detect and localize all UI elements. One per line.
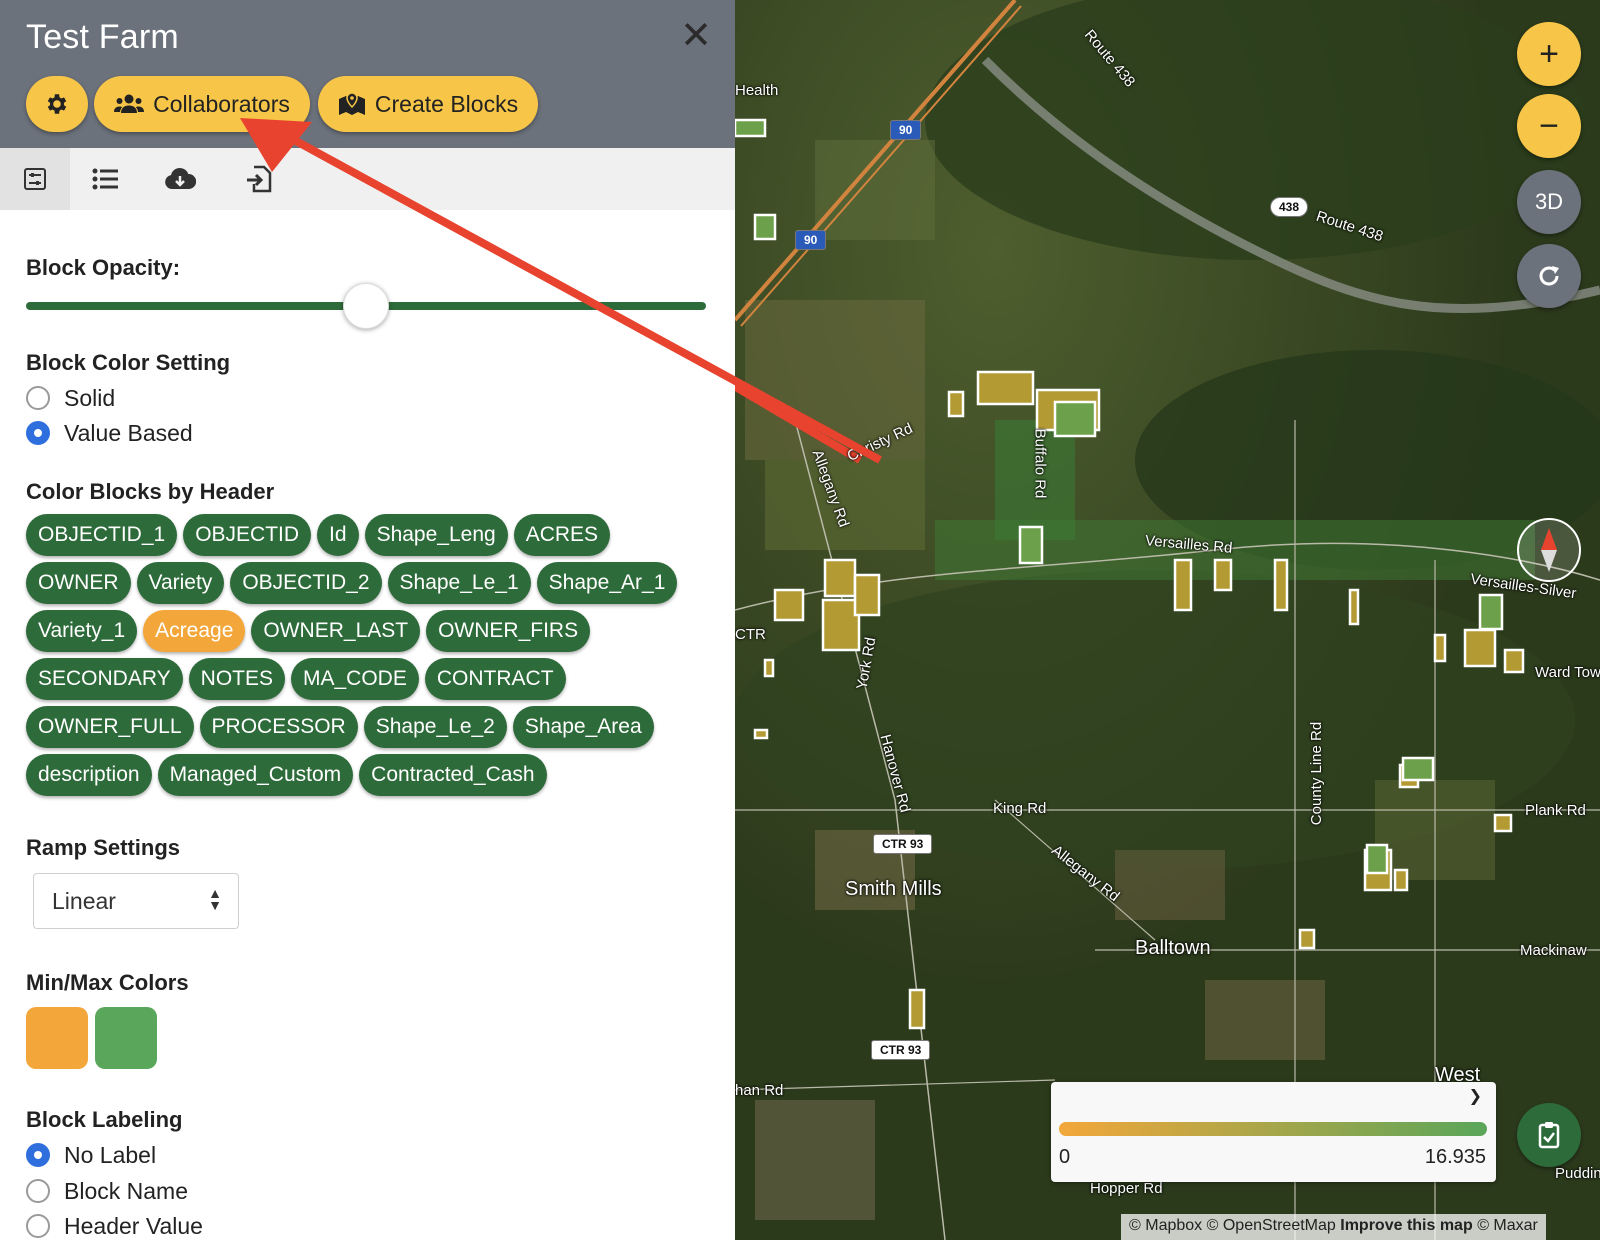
legend-gradient-bar (1059, 1122, 1487, 1136)
legend-min-value: 0 (1059, 1146, 1071, 1168)
map-attribution: © Mapbox © OpenStreetMap Improve this ma… (1121, 1214, 1546, 1240)
zoom-out-button[interactable]: − (1517, 94, 1581, 158)
compass-control[interactable] (1517, 518, 1581, 582)
clipboard-button[interactable] (1517, 1103, 1581, 1167)
attribution-mapbox[interactable]: © Mapbox (1129, 1217, 1202, 1234)
attribution-improve[interactable]: Improve this map (1340, 1217, 1472, 1234)
zoom-in-button[interactable]: + (1517, 22, 1581, 86)
color-ramp-legend: ❯ 0 16.935 (1051, 1082, 1496, 1182)
compass-icon (1541, 528, 1557, 572)
chevron-down-icon[interactable]: ❯ (1469, 1086, 1482, 1106)
attribution-osm[interactable]: © OpenStreetMap (1207, 1217, 1336, 1234)
annotation-arrow (240, 118, 882, 464)
attribution-maxar[interactable]: © Maxar (1477, 1217, 1538, 1234)
legend-max-value: 16.935 (1424, 1146, 1486, 1168)
clipboard-check-icon (1538, 1122, 1560, 1149)
toggle-3d-button[interactable]: 3D (1517, 170, 1581, 234)
refresh-icon (1539, 266, 1559, 286)
reset-rotation-button[interactable] (1517, 244, 1581, 308)
